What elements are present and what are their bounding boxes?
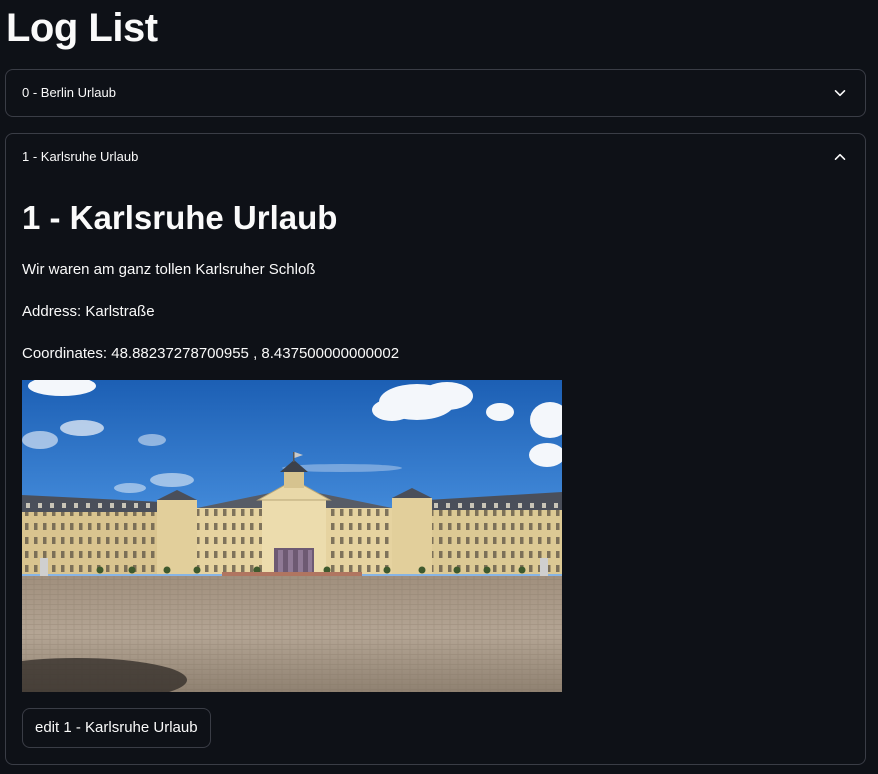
chevron-down-icon[interactable] (833, 86, 847, 100)
expander-header-karlsruhe-urlaub[interactable]: 1 - Karlsruhe Urlaub (6, 134, 865, 180)
entry-description: Wir waren am ganz tollen Karlsruher Schl… (22, 261, 316, 278)
expander-berlin-urlaub: 0 - Berlin Urlaub (5, 69, 866, 117)
entry-address: Address: Karlstraße (22, 302, 155, 322)
entry-heading: 1 - Karlsruhe Urlaub (22, 199, 338, 236)
coordinates-label: Coordinates: (22, 345, 108, 362)
longitude-value: 8.437500000000002 (261, 345, 400, 362)
expander-karlsruhe-urlaub: 1 - Karlsruhe Urlaub 1 - Karlsruhe Urlau… (5, 133, 866, 765)
expander-header-berlin-urlaub[interactable]: 0 - Berlin Urlaub (6, 70, 865, 116)
address-value: Karlstraße (85, 303, 155, 320)
latitude-value: 48.88237278700955 (111, 345, 249, 362)
edit-entry-button[interactable]: edit 1 - Karlsruhe Urlaub (22, 708, 211, 748)
expander-label: 1 - Karlsruhe Urlaub (22, 149, 139, 164)
address-label: Address: (22, 303, 82, 320)
entry-coordinates: Coordinates: 48.88237278700955 , 8.43750… (22, 344, 399, 364)
chevron-up-icon[interactable] (833, 150, 847, 164)
karlsruhe-palace-photo (22, 380, 562, 692)
log-list-page: Log List 0 - Berlin Urlaub 1 - Karlsruhe… (0, 0, 878, 774)
expander-label: 0 - Berlin Urlaub (22, 85, 116, 100)
coordinates-separator: , (253, 345, 258, 362)
page-title: Log List (6, 6, 158, 50)
